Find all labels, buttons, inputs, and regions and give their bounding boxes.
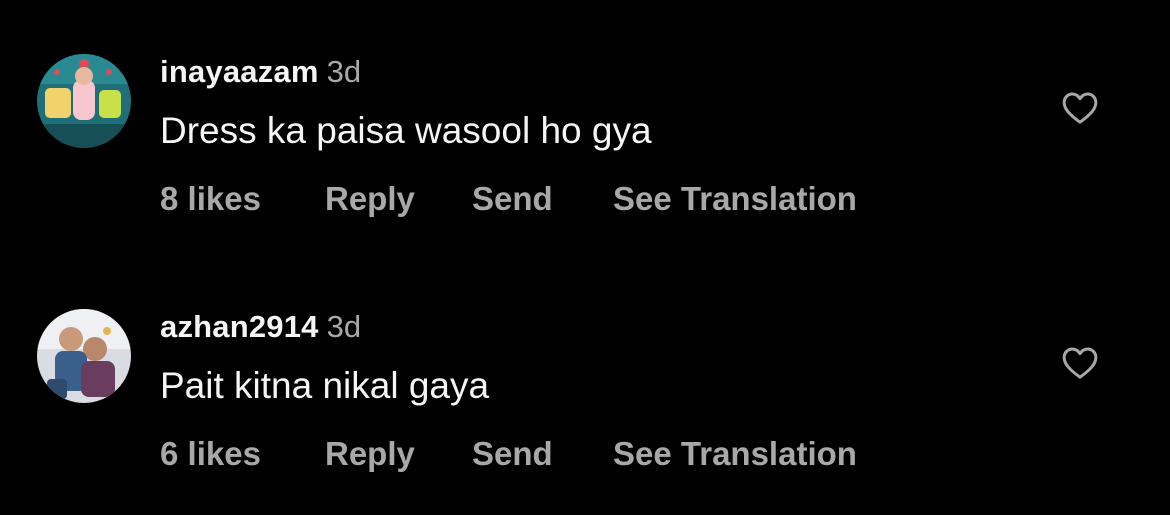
comment-text: Pait kitna nikal gaya [160,365,490,406]
like-button[interactable] [1060,88,1100,128]
avatar-image [37,54,131,148]
heart-outline-icon [1062,347,1098,379]
comment-header: inayaazam 3d [160,56,361,87]
comment-timestamp: 3d [326,54,362,89]
avatar-image [37,309,131,403]
username[interactable]: inayaazam [160,54,319,89]
likes-count-button[interactable]: 8 likes [160,182,261,215]
avatar[interactable] [37,309,131,403]
comment-timestamp: 3d [326,309,362,344]
username[interactable]: azhan2914 [160,309,319,344]
see-translation-button[interactable]: See Translation [613,437,857,470]
comment-header: azhan2914 3d [160,311,361,342]
send-button[interactable]: Send [472,182,553,215]
reply-button[interactable]: Reply [325,437,415,470]
comment-text: Dress ka paisa wasool ho gya [160,110,652,151]
comment-item: azhan2914 3d Pait kitna nikal gaya 6 like… [0,285,1170,515]
send-button[interactable]: Send [472,437,553,470]
comment-item: inayaazam 3d Dress ka paisa wasool ho gya… [0,30,1170,260]
likes-count-button[interactable]: 6 likes [160,437,261,470]
like-button[interactable] [1060,343,1100,383]
see-translation-button[interactable]: See Translation [613,182,857,215]
avatar[interactable] [37,54,131,148]
reply-button[interactable]: Reply [325,182,415,215]
heart-outline-icon [1062,92,1098,124]
